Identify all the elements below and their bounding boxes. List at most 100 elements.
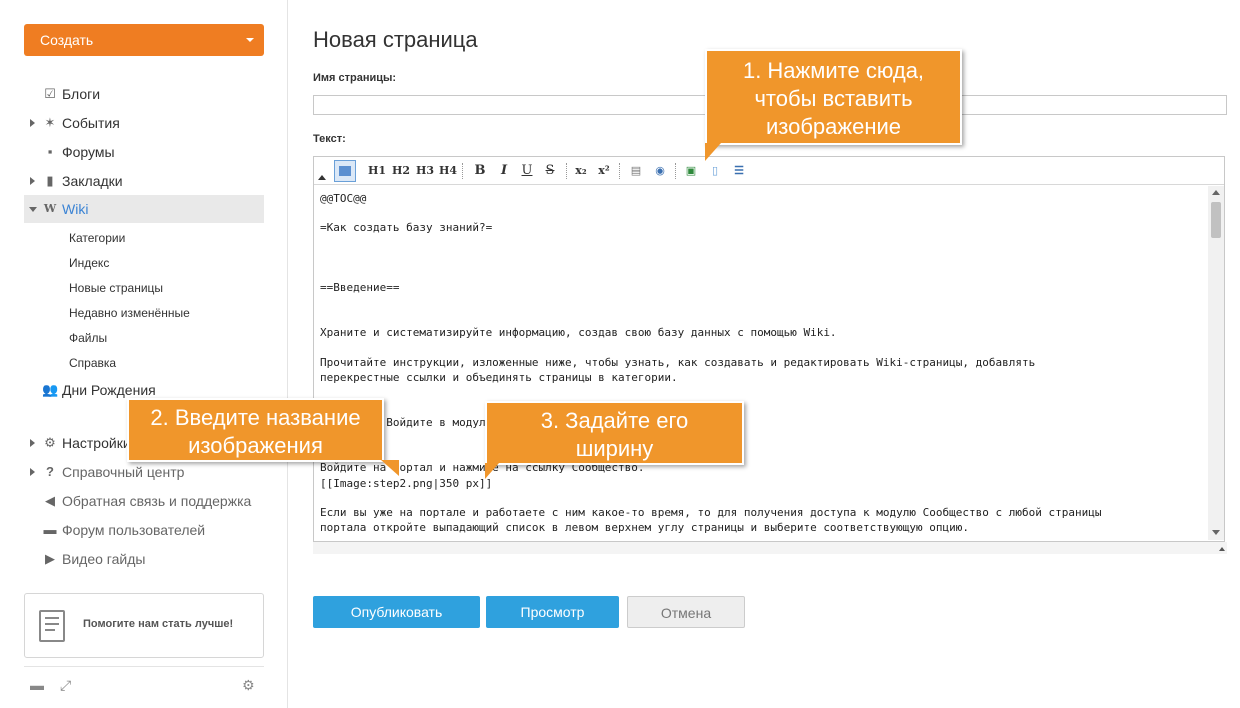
insert-image-icon[interactable]: ▣ [683,161,699,181]
sidebar-item-label: События [62,115,120,131]
toolbar-separator [619,163,620,179]
callout-line: ширину [575,436,654,461]
wiki-sub-recent[interactable]: Недавно изменённые [69,305,190,321]
editor-line: Прочитайте инструкции, изложенные ниже, … [320,356,1036,369]
help-icon: ? [46,464,54,479]
birthdays-icon: 👥 [42,382,59,397]
scroll-thumb[interactable] [1211,202,1221,238]
wiki-icon: W [43,202,57,215]
chevron-right-icon[interactable] [30,439,35,447]
events-icon: ✶ [44,115,56,130]
editor-textarea[interactable]: @@TOC@@ =Как создать базу знаний?= ==Вве… [314,186,1208,540]
text-label: Текст: [313,133,346,145]
feedback-label: Помогите нам стать лучше! [83,618,234,630]
h4-button[interactable]: H4 [439,161,457,181]
web-link-icon[interactable]: ◉ [651,161,669,181]
document-edit-icon [39,610,65,642]
subscript-icon[interactable]: x₂ [572,161,590,181]
underline-button[interactable]: U [519,161,535,181]
callout-image-width: 3. Задайте его ширину [485,401,744,479]
settings-icon: ⚙ [44,435,56,450]
callout-tail [381,460,399,476]
link-page-icon[interactable]: ▤ [627,161,645,181]
wiki-sub-files[interactable]: Файлы [69,330,107,346]
bold-button[interactable]: B [472,161,488,181]
toolbar-separator [566,163,567,179]
strike-button[interactable]: S [542,161,558,181]
editor-scrollbar[interactable] [1208,186,1224,540]
sidebar-item-label: Закладки [62,173,123,189]
sidebar-footer: ▬ ⤢ ⚙ [24,666,264,696]
wiki-sub-new-pages[interactable]: Новые страницы [69,280,163,296]
toolbar-separator [675,163,676,179]
sidebar-item-label: Справочный центр [62,464,185,480]
h2-button[interactable]: H2 [392,161,410,181]
editor-resize-handle[interactable] [313,542,1227,554]
cancel-button[interactable]: Отмена [627,596,745,628]
editor-toolbar: H1 H2 H3 H4 B I U S x₂ x² ▤ ◉ ▣ ▯ ☰ [314,157,1224,185]
bookmarks-icon: ▮ [46,173,54,188]
scroll-up-icon[interactable] [1212,190,1220,195]
italic-button[interactable]: I [496,161,512,181]
callout-tail [705,143,721,161]
editor-line: портала откройте выпадающий список в лев… [320,521,970,534]
callout-line: чтобы вставить [754,86,913,111]
editor-line: =Как создать базу знаний?= [320,221,493,234]
wiki-sub-categories[interactable]: Категории [69,230,125,246]
sidebar-item-label: Блоги [62,86,101,102]
publish-button[interactable]: Опубликовать [313,596,480,628]
chevron-right-icon[interactable] [30,119,35,127]
chevron-right-icon[interactable] [30,468,35,476]
sidebar-item-bookmarks[interactable]: ▮ Закладки [24,167,264,195]
editor-line: @@TOC@@ [320,192,367,205]
sidebar-item-forums[interactable]: ▪ Форумы [24,138,264,166]
superscript-icon[interactable]: x² [595,161,613,181]
editor-line: [[Image:step2.png|350 px]] [320,477,493,490]
wiki-editor: H1 H2 H3 H4 B I U S x₂ x² ▤ ◉ ▣ ▯ ☰ @@TO… [313,156,1225,542]
chevron-right-icon[interactable] [30,177,35,185]
sidebar-item-events[interactable]: ✶ События [24,109,264,137]
sidebar: Создать ☑ Блоги ✶ События ▪ Форумы ▮ Зак… [0,0,288,708]
sidebar-item-wiki[interactable]: W Wiki [24,195,264,223]
horizontal-rule-icon[interactable]: ☰ [731,161,747,181]
sidebar-item-blogs[interactable]: ☑ Блоги [24,80,264,108]
chevron-down-icon[interactable] [29,207,37,212]
sidebar-item-feedback[interactable]: ◀ Обратная связь и поддержка [24,487,264,515]
chat-icon[interactable]: ▬ [30,677,44,693]
wiki-sub-help[interactable]: Справка [69,355,116,371]
h3-button[interactable]: H3 [416,161,434,181]
video-icon: ▶ [45,551,55,566]
scroll-down-icon[interactable] [1212,530,1220,535]
sidebar-item-label: Обратная связь и поддержка [62,493,252,509]
feedback-banner[interactable]: Помогите нам стать лучше! [24,593,264,658]
callout-line: 3. Задайте его [540,408,689,433]
callout-insert-image: 1. Нажмите сюда, чтобы вставить изображе… [705,49,962,161]
expand-icon[interactable]: ⤢ [60,677,71,694]
user-forum-icon: ▬ [43,522,57,537]
editor-line: Храните и систематизируйте информацию, с… [320,326,837,339]
feedback-icon: ◀ [45,493,55,508]
sidebar-item-video[interactable]: ▶ Видео гайды [24,545,264,573]
preview-button[interactable]: Просмотр [486,596,619,628]
create-button-label: Создать [40,32,94,48]
sidebar-item-label: Видео гайды [62,551,146,567]
sidebar-item-help-center[interactable]: ? Справочный центр [24,458,264,486]
page-name-label: Имя страницы: [313,72,397,84]
callout-line: изображение [765,114,902,139]
h1-button[interactable]: H1 [368,161,386,181]
callout-line: изображения [188,433,323,458]
sidebar-item-label: Форум пользователей [62,522,206,538]
sidebar-item-label: Wiki [62,201,89,217]
sidebar-item-label: Настройки [62,435,131,451]
callout-tail [485,463,499,479]
gear-icon[interactable]: ⚙ [242,677,255,694]
chevron-down-icon [246,38,254,42]
editor-line: перекрестные ссылки и объединять страниц… [320,371,678,384]
sidebar-item-user-forum[interactable]: ▬ Форум пользователей [24,516,264,544]
wysiwyg-toggle-icon[interactable] [334,160,356,182]
callout-line: 1. Нажмите сюда, [742,58,925,83]
insert-file-icon[interactable]: ▯ [707,161,723,181]
collapse-icon[interactable] [318,175,326,180]
create-button[interactable]: Создать [24,24,264,56]
wiki-sub-index[interactable]: Индекс [69,255,109,271]
